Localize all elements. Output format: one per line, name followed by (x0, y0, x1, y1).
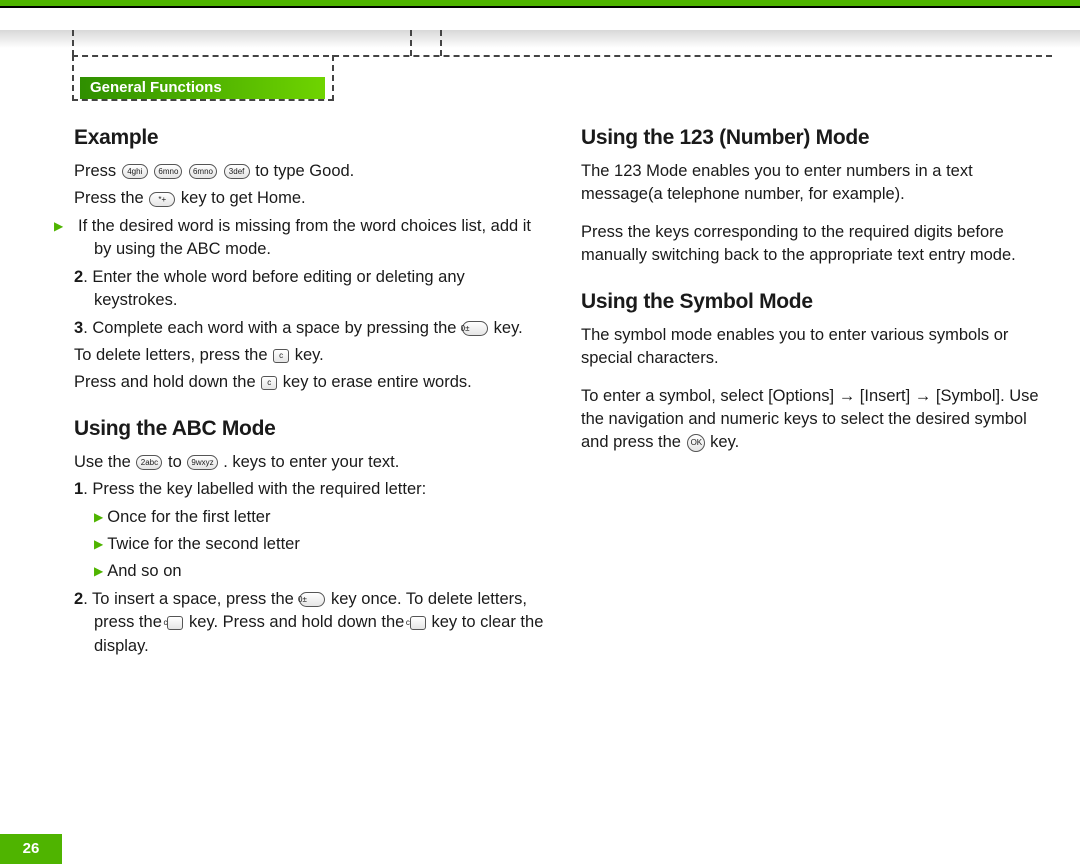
text: Once for the first letter (107, 508, 270, 526)
text: To delete letters, press the (74, 346, 272, 364)
bullet-item: ▶And so on (74, 560, 545, 583)
key-c-icon: c (167, 616, 183, 630)
delete-line1: To delete letters, press the c key. (74, 344, 545, 367)
text: key. (489, 319, 523, 337)
key-ok-icon: OK (687, 434, 705, 452)
step-number: 2 (74, 590, 83, 608)
key-9-icon: 9wxyz (187, 455, 217, 470)
step-number: 2 (74, 268, 83, 286)
delete-line2: Press and hold down the c key to erase e… (74, 371, 545, 394)
text: Press the (74, 189, 148, 207)
page-body: Example Press 4ghi 6mno 6mno 3def to typ… (74, 126, 1052, 826)
example-line1: Press 4ghi 6mno 6mno 3def to type Good. (74, 160, 545, 183)
text: Press (74, 162, 116, 180)
page-number: 26 (0, 834, 62, 864)
paragraph: The 123 Mode enables you to enter number… (581, 160, 1052, 207)
top-divider (0, 6, 1080, 8)
crop-mark (72, 30, 74, 56)
bullet-item: ▶Once for the first letter (74, 506, 545, 529)
crop-mark (440, 30, 442, 56)
key-2-icon: 2abc (136, 455, 162, 470)
text: key to get Home. (181, 189, 306, 207)
abc-intro: Use the 2abc to 9wxyz . keys to enter yo… (74, 451, 545, 474)
paragraph: To enter a symbol, select [Options] → [I… (581, 385, 1052, 455)
example-line2: Press the *+ key to get Home. (74, 187, 545, 210)
dashed-line (332, 55, 334, 101)
step-3: 3. Complete each word with a space by pr… (74, 317, 545, 340)
heading-symbol-mode: Using the Symbol Mode (581, 290, 1052, 314)
key-c-icon: c (273, 349, 289, 363)
text: . To insert a space, press the (83, 590, 298, 608)
key-star-icon: *+ (149, 192, 175, 207)
step-number: 3 (74, 319, 83, 337)
text: To enter a symbol, select [Options] → [I… (581, 387, 1039, 452)
step-number: 1 (74, 480, 83, 498)
key-6-icon: 6mno (154, 164, 182, 179)
key-0-icon: 0± (299, 592, 325, 607)
bullet-item: ▶Twice for the second letter (74, 533, 545, 556)
dashed-line (72, 55, 1052, 57)
text: key. (706, 433, 740, 451)
text: . Enter the whole word before editing or… (83, 268, 465, 309)
section-tab: General Functions (80, 77, 325, 99)
paragraph: The symbol mode enables you to enter var… (581, 324, 1052, 371)
text: . Complete each word with a space by pre… (83, 319, 461, 337)
text: key. Press and hold down the (184, 613, 408, 631)
step-2: 2. Enter the whole word before editing o… (74, 266, 545, 313)
key-6-icon: 6mno (189, 164, 217, 179)
heading-abc-mode: Using the ABC Mode (74, 417, 545, 441)
crop-mark (410, 30, 412, 56)
key-0-icon: 0± (462, 321, 488, 336)
text: Press and hold down the (74, 373, 260, 391)
dashed-line (72, 99, 334, 101)
bullet-item: ▶If the desired word is missing from the… (74, 215, 545, 262)
heading-123-mode: Using the 123 (Number) Mode (581, 126, 1052, 150)
text: key to erase entire words. (278, 373, 472, 391)
left-column: Example Press 4ghi 6mno 6mno 3def to typ… (74, 126, 545, 826)
text: Twice for the second letter (107, 535, 300, 553)
text: to (163, 453, 186, 471)
header-gradient (0, 30, 1080, 56)
triangle-icon: ▶ (94, 563, 103, 580)
key-c-icon: c (410, 616, 426, 630)
abc-step-2: 2. To insert a space, press the 0± key o… (74, 588, 545, 658)
abc-step-1: 1. Press the key labelled with the requi… (74, 478, 545, 501)
text: And so on (107, 562, 181, 580)
text: If the desired word is missing from the … (78, 217, 531, 258)
triangle-icon: ▶ (94, 536, 103, 553)
triangle-icon: ▶ (94, 509, 103, 526)
key-4-icon: 4ghi (122, 164, 148, 179)
text: . Press the key labelled with the requir… (83, 480, 426, 498)
key-3-icon: 3def (224, 164, 250, 179)
text: Use the (74, 453, 135, 471)
heading-example: Example (74, 126, 545, 150)
right-column: Using the 123 (Number) Mode The 123 Mode… (581, 126, 1052, 826)
text: key. (290, 346, 324, 364)
text: to type Good. (255, 162, 354, 180)
dashed-line (72, 55, 74, 101)
paragraph: Press the keys corresponding to the requ… (581, 221, 1052, 268)
key-c-icon: c (261, 376, 277, 390)
text: . keys to enter your text. (219, 453, 400, 471)
